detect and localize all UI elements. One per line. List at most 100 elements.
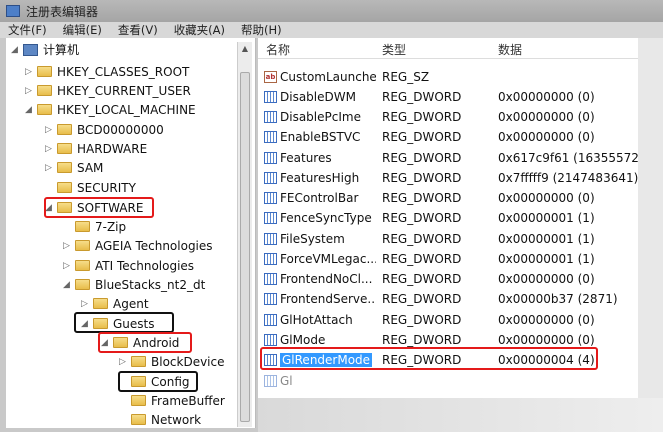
collapse-icon[interactable]: ◢ [24,105,33,115]
value-data: 0x7fffff9 (2147483641) [498,171,638,185]
value-type: REG_DWORD [382,90,462,104]
value-data: 0x00000001 (1) [498,252,595,266]
value-type: REG_DWORD [382,211,462,225]
scrollbar-thumb[interactable] [240,72,250,422]
value-type: REG_DWORD [382,130,462,144]
red-highlight-glrendermode [260,347,598,370]
tree-item-agent[interactable]: ▷ Agent [80,294,149,313]
list-row[interactable]: FrontendServe... REG_DWORD 0x00000b37 (2… [258,289,638,309]
folder-icon [57,124,72,135]
list-row[interactable]: ab CustomLauncher REG_SZ [258,67,638,87]
list-row[interactable]: Gl [258,371,638,391]
expand-icon[interactable]: ▷ [62,241,71,251]
tree-item-label: BlockDevice [151,354,225,369]
list-row[interactable]: DisablePcIme REG_DWORD 0x00000000 (0) [258,107,638,127]
menu-edit[interactable]: 编辑(E) [63,22,102,38]
dword-value-icon [264,375,277,387]
value-name: ForceVMLegac... [280,252,376,266]
blurred-bottom-area [258,398,663,432]
tree-item-blockdevice[interactable]: ▷ BlockDevice [118,352,225,371]
dword-value-icon [264,233,277,245]
value-name: FeaturesHigh [280,171,360,185]
tree-item-bcd[interactable]: ▷ BCD00000000 [44,120,164,139]
title-bar: 注册表编辑器 [0,0,663,22]
tree-item-hkey-current-user[interactable]: ▷ HKEY_CURRENT_USER [24,81,191,100]
expand-icon[interactable]: ▷ [44,125,53,135]
tree-item-sam[interactable]: ▷ SAM [44,158,103,177]
string-value-icon: ab [264,71,277,83]
expand-icon[interactable]: ▷ [44,163,53,173]
value-name: CustomLauncher [280,70,376,84]
tree-item-label: BlueStacks_nt2_dt [95,277,206,292]
tree-item-label: Network [151,412,202,427]
expand-icon[interactable]: ▷ [80,299,89,309]
value-type: REG_DWORD [382,232,462,246]
folder-icon [57,143,72,154]
tree-item-security[interactable]: SECURITY [44,178,136,197]
tree-item-bluestacks[interactable]: ◢ BlueStacks_nt2_dt [62,275,205,294]
list-row[interactable]: FileSystem REG_DWORD 0x00000001 (1) [258,229,638,249]
list-row[interactable]: EnableBSTVC REG_DWORD 0x00000000 (0) [258,127,638,147]
value-data: 0x00000001 (1) [498,232,595,246]
list-row[interactable]: Features REG_DWORD 0x617c9f61 (163555721… [258,148,638,168]
tree-item-hkey-classes-root[interactable]: ▷ HKEY_CLASSES_ROOT [24,62,189,81]
dword-value-icon [264,111,277,123]
tree-item-ati[interactable]: ▷ ATI Technologies [62,256,194,275]
folder-icon [37,85,52,96]
value-data: 0x00000000 (0) [498,90,595,104]
tree-item-7zip[interactable]: 7-Zip [62,217,126,236]
tree-item-framebuffer[interactable]: FrameBuffer [118,391,225,410]
value-name: GlHotAttach [280,313,353,327]
value-name: DisableDWM [280,90,356,104]
expand-icon[interactable]: ▷ [24,86,33,96]
list-row[interactable]: FrontendNoCl... REG_DWORD 0x00000000 (0) [258,269,638,289]
list-row[interactable]: FeaturesHigh REG_DWORD 0x7fffff9 (214748… [258,168,638,188]
expand-icon[interactable]: ▷ [44,144,53,154]
red-highlight-android [98,332,192,353]
folder-icon [131,395,146,406]
list-row[interactable]: GlHotAttach REG_DWORD 0x00000000 (0) [258,310,638,330]
expand-icon[interactable]: ▷ [118,357,127,367]
value-data: 0x00000b37 (2871) [498,292,618,306]
value-data: 0x00000000 (0) [498,313,595,327]
menu-help[interactable]: 帮助(H) [241,22,282,38]
collapse-icon[interactable]: ◢ [62,280,71,290]
red-highlight-software [44,197,154,218]
expand-icon[interactable]: ▷ [24,67,33,77]
window-title: 注册表编辑器 [26,4,99,19]
tree-item-label: HARDWARE [77,141,148,156]
folder-icon [75,221,90,232]
column-header-data[interactable]: 数据 [498,41,522,58]
folder-icon [75,240,90,251]
value-name: FileSystem [280,232,345,246]
dword-value-icon [264,253,277,265]
menu-favorites[interactable]: 收藏夹(A) [174,22,225,38]
column-header-name[interactable]: 名称 [266,41,290,58]
dword-value-icon [264,152,277,164]
value-name: FrontendNoCl... [280,272,373,286]
dword-value-icon [264,131,277,143]
tree-item-hardware[interactable]: ▷ HARDWARE [44,139,147,158]
list-row[interactable]: DisableDWM REG_DWORD 0x00000000 (0) [258,87,638,107]
collapse-icon[interactable]: ◢ [10,45,19,55]
dword-value-icon [264,91,277,103]
tree-item-hkey-local-machine[interactable]: ◢ HKEY_LOCAL_MACHINE [24,100,196,119]
list-row[interactable]: ForceVMLegac... REG_DWORD 0x00000001 (1) [258,249,638,269]
scroll-up-arrow-icon[interactable]: ▲ [238,42,252,56]
tree-item-network[interactable]: Network [118,410,201,428]
list-row[interactable]: FEControlBar REG_DWORD 0x00000000 (0) [258,188,638,208]
value-data: 0x00000000 (0) [498,333,595,347]
column-header-type[interactable]: 类型 [382,41,406,58]
tree-scrollbar[interactable]: ▲ [237,42,252,427]
dword-value-icon [264,192,277,204]
tree-item-label: Agent [113,296,149,311]
value-type: REG_DWORD [382,151,462,165]
tree-root-computer[interactable]: ◢ 计算机 [10,40,79,59]
menu-file[interactable]: 文件(F) [8,22,47,38]
menu-view[interactable]: 查看(V) [118,22,158,38]
value-type: REG_DWORD [382,292,462,306]
tree-item-ageia[interactable]: ▷ AGEIA Technologies [62,236,213,255]
folder-icon [57,182,72,193]
expand-icon[interactable]: ▷ [62,261,71,271]
list-row[interactable]: FenceSyncType REG_DWORD 0x00000001 (1) [258,208,638,228]
